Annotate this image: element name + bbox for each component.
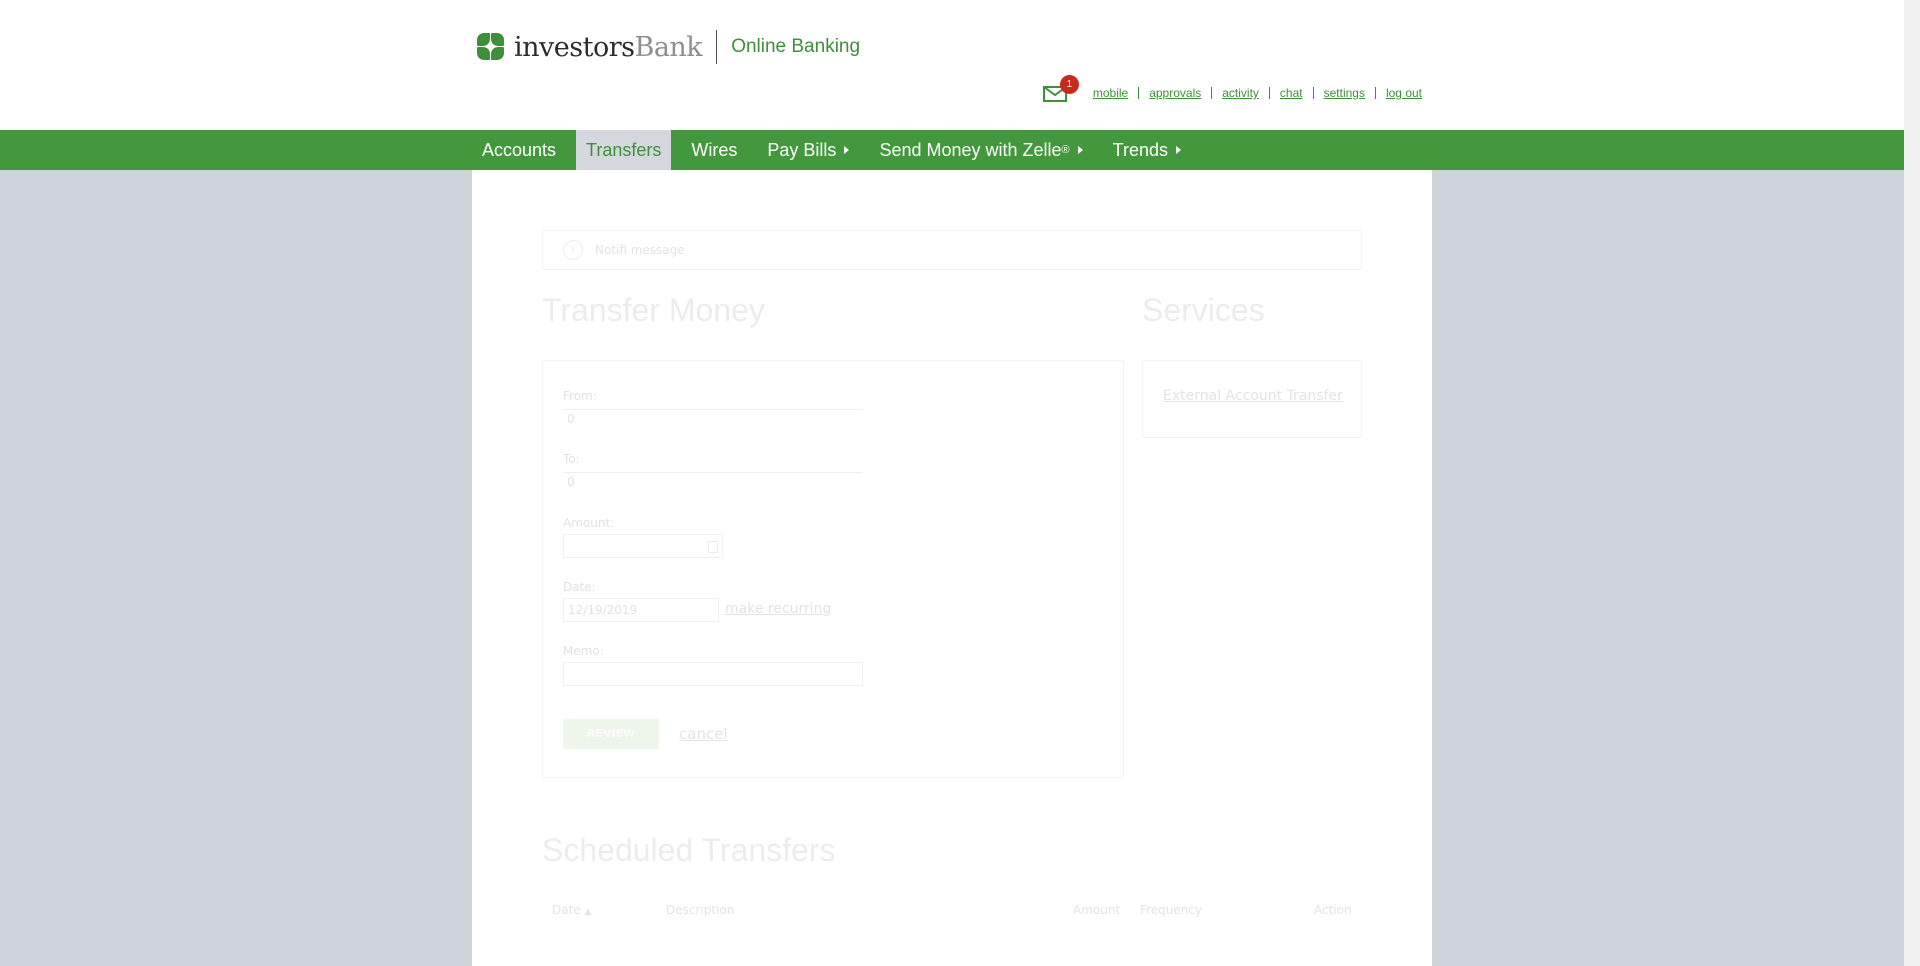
mobile-link[interactable]: mobile — [1083, 87, 1138, 99]
product-name: Online Banking — [731, 36, 861, 57]
chat-link[interactable]: chat — [1268, 87, 1313, 99]
sort-up-icon: ▲ — [584, 907, 592, 917]
messages-button[interactable]: 1 — [1042, 75, 1079, 102]
nav-pay-bills[interactable]: Pay Bills — [757, 130, 859, 170]
from-select[interactable]: 0 — [563, 409, 863, 426]
caret-right-icon — [844, 146, 850, 154]
notification-text: Notifi message — [595, 243, 685, 257]
cancel-link[interactable]: cancel — [679, 725, 728, 743]
utility-nav: 1 mobile approvals activity chat setting… — [1042, 75, 1432, 102]
info-icon: i — [563, 240, 583, 260]
external-account-transfer-link[interactable]: External Account Transfer — [1163, 388, 1343, 404]
date-input[interactable]: 12/19/2019 — [563, 598, 719, 622]
from-value: 0 — [567, 412, 575, 426]
to-value: 0 — [567, 475, 575, 489]
caret-right-icon — [1176, 146, 1181, 154]
date-label: Date: — [563, 580, 596, 594]
clover-logo-icon — [476, 32, 506, 62]
nav-wires-label: Wires — [691, 140, 738, 160]
message-count-badge: 1 — [1059, 75, 1079, 94]
main-content: i Notifi message Transfer Money Services… — [472, 170, 1432, 966]
from-label: From: — [563, 389, 597, 403]
review-button[interactable]: REVIEW — [563, 719, 659, 749]
transfer-money-title: Transfer Money — [542, 292, 765, 328]
bank-logo[interactable]: investorsBank Online Banking — [476, 30, 860, 64]
nav-accounts-label: Accounts — [482, 140, 557, 160]
make-recurring-link[interactable]: make recurring — [725, 601, 831, 617]
memo-input[interactable] — [563, 662, 863, 686]
brand-name: investorsBank — [514, 31, 703, 63]
page-header: investorsBank Online Banking 1 mobile ap… — [0, 0, 1904, 130]
to-select[interactable]: 0 — [563, 472, 863, 489]
amount-label: Amount: — [563, 516, 615, 530]
column-amount: Amount — [1073, 903, 1121, 917]
nav-trends[interactable]: Trends — [1103, 130, 1191, 170]
main-nav: Accounts Transfers Wires Pay Bills Send … — [0, 130, 1904, 178]
column-action: Action — [1314, 903, 1352, 917]
services-title: Services — [1142, 292, 1265, 328]
scheduled-transfers-title: Scheduled Transfers — [542, 832, 836, 868]
caret-right-icon — [1077, 146, 1083, 154]
spinner-icon[interactable] — [708, 541, 718, 553]
amount-input[interactable] — [563, 534, 723, 558]
activity-link[interactable]: activity — [1211, 87, 1269, 99]
nav-transfers-label: Transfers — [586, 140, 662, 160]
column-frequency: Frequency — [1140, 903, 1202, 917]
nav-pay-bills-label: Pay Bills — [767, 140, 837, 160]
nav-send-money-zelle[interactable]: Send Money with Zelle ® — [869, 130, 1092, 170]
nav-accounts[interactable]: Accounts — [472, 130, 566, 170]
nav-transfers[interactable]: Transfers — [576, 130, 672, 178]
column-date[interactable]: Date ▲ — [552, 903, 591, 917]
settings-link[interactable]: settings — [1312, 87, 1375, 99]
header-inner: investorsBank Online Banking 1 mobile ap… — [472, 0, 1432, 130]
transfer-form: From: 0 To: 0 Amount: Date: 12/19/2019 m… — [542, 360, 1124, 778]
nav-trends-label: Trends — [1112, 140, 1168, 160]
notification-bar: i Notifi message — [542, 230, 1362, 270]
scrollbar[interactable] — [1904, 0, 1920, 966]
column-date-label: Date — [552, 903, 581, 917]
nav-zelle-label: Send Money with Zelle — [879, 140, 1062, 160]
approvals-link[interactable]: approvals — [1138, 87, 1211, 99]
to-label: To: — [563, 452, 580, 466]
services-panel: External Account Transfer — [1142, 360, 1362, 438]
column-description: Description — [666, 903, 735, 917]
memo-label: Memo: — [563, 644, 604, 658]
main-nav-items: Accounts Transfers Wires Pay Bills Send … — [472, 130, 1201, 178]
logo-divider — [716, 30, 718, 64]
nav-wires[interactable]: Wires — [681, 130, 747, 170]
logout-link[interactable]: log out — [1374, 87, 1432, 99]
